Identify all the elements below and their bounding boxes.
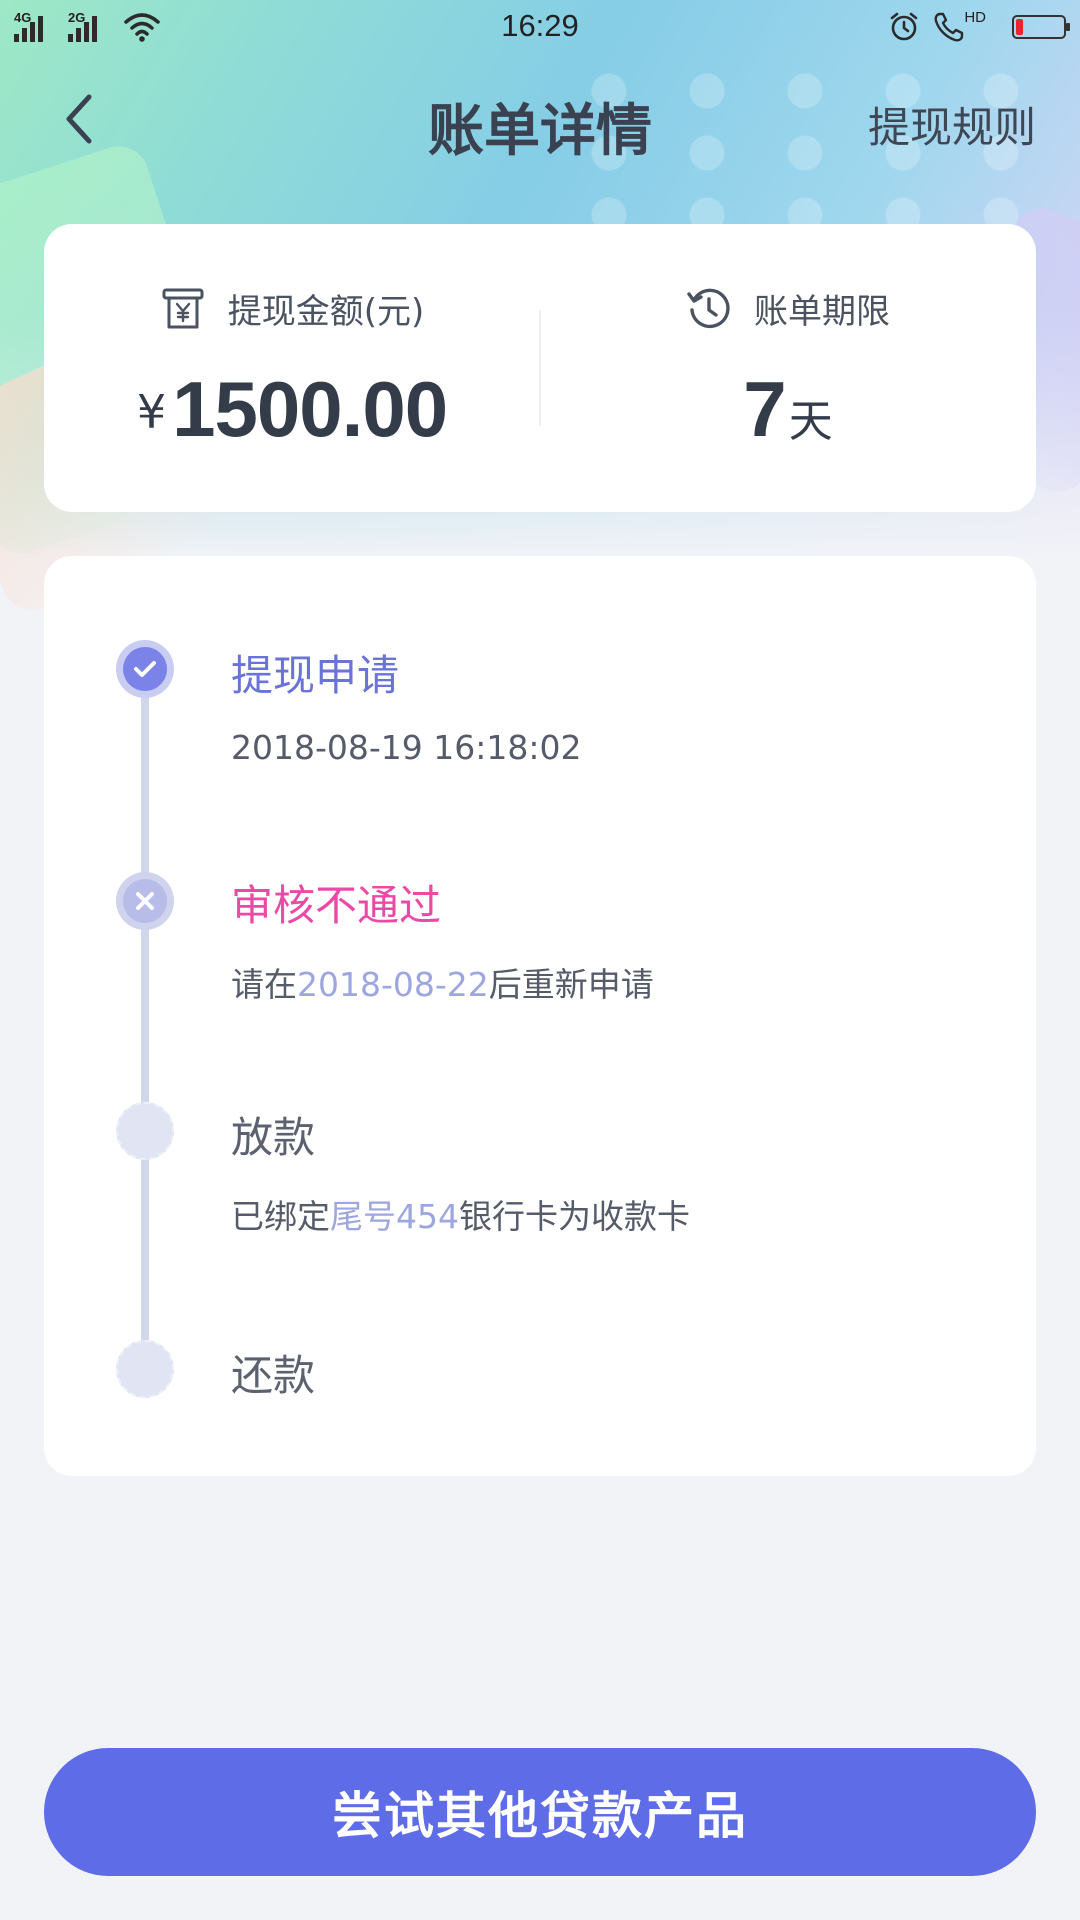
step-title-apply: 提现申请 bbox=[231, 651, 400, 700]
close-icon bbox=[136, 892, 154, 910]
timeline-connector bbox=[141, 1132, 149, 1368]
step-title-review: 审核不通过 bbox=[231, 881, 442, 930]
term-label: 账单期限 bbox=[754, 292, 890, 332]
hd-label: HD bbox=[964, 8, 986, 26]
status-right: HD bbox=[888, 8, 1070, 44]
card-tail-number: 尾号454 bbox=[330, 1197, 459, 1236]
amount-section: 提现金额(元) ¥1500.00 bbox=[44, 224, 540, 512]
nav-bar: 账单详情 提现规则 bbox=[0, 70, 1080, 170]
step-pending-node bbox=[116, 1102, 174, 1160]
step-failed-node bbox=[116, 872, 174, 930]
battery-icon bbox=[1012, 15, 1070, 39]
amount-header: 提现金额(元) bbox=[44, 284, 540, 333]
timeline-card: 提现申请 2018-08-19 16:18:02 审核不通过 请在2018-08… bbox=[44, 556, 1036, 1476]
amount-number: 1500.00 bbox=[172, 365, 448, 453]
step-done-node bbox=[116, 640, 174, 698]
review-sub-suffix: 后重新申请 bbox=[488, 965, 654, 1004]
review-sub-prefix: 请在 bbox=[231, 965, 297, 1004]
step-pending-node bbox=[116, 1340, 174, 1398]
withdraw-rules-link[interactable]: 提现规则 bbox=[868, 94, 1036, 155]
term-header: 账单期限 bbox=[540, 284, 1036, 333]
status-bar: 4G 2G 16:29 HD bbox=[0, 0, 1080, 58]
step-subtitle-disburse: 已绑定尾号454银行卡为收款卡 bbox=[231, 1190, 690, 1238]
amount-value: ¥1500.00 bbox=[44, 364, 540, 455]
step-title-repay: 还款 bbox=[231, 1351, 316, 1400]
amount-label: 提现金额(元) bbox=[227, 292, 425, 332]
phone-hd-icon bbox=[934, 12, 964, 42]
alarm-icon bbox=[891, 12, 918, 41]
receipt-yen-icon bbox=[162, 288, 204, 328]
term-number: 7 bbox=[743, 365, 787, 453]
step-subtitle-review: 请在2018-08-22后重新申请 bbox=[231, 958, 654, 1006]
currency-symbol: ¥ bbox=[136, 385, 167, 439]
term-value: 7天 bbox=[540, 364, 1036, 455]
history-clock-icon bbox=[687, 288, 730, 328]
check-icon bbox=[134, 661, 156, 677]
summary-card: 提现金额(元) ¥1500.00 账单期限 7天 bbox=[44, 224, 1036, 512]
reapply-date: 2018-08-22 bbox=[297, 965, 489, 1004]
disburse-sub-prefix: 已绑定 bbox=[231, 1197, 330, 1236]
term-section: 账单期限 7天 bbox=[540, 224, 1036, 512]
try-other-loans-button[interactable]: 尝试其他贷款产品 bbox=[44, 1748, 1036, 1876]
disburse-sub-suffix: 银行卡为收款卡 bbox=[459, 1197, 690, 1236]
step-subtitle-apply-time: 2018-08-19 16:18:02 bbox=[231, 728, 582, 767]
step-title-disburse: 放款 bbox=[231, 1113, 316, 1162]
term-unit: 天 bbox=[788, 396, 833, 447]
battery-level-fill bbox=[1016, 19, 1023, 35]
